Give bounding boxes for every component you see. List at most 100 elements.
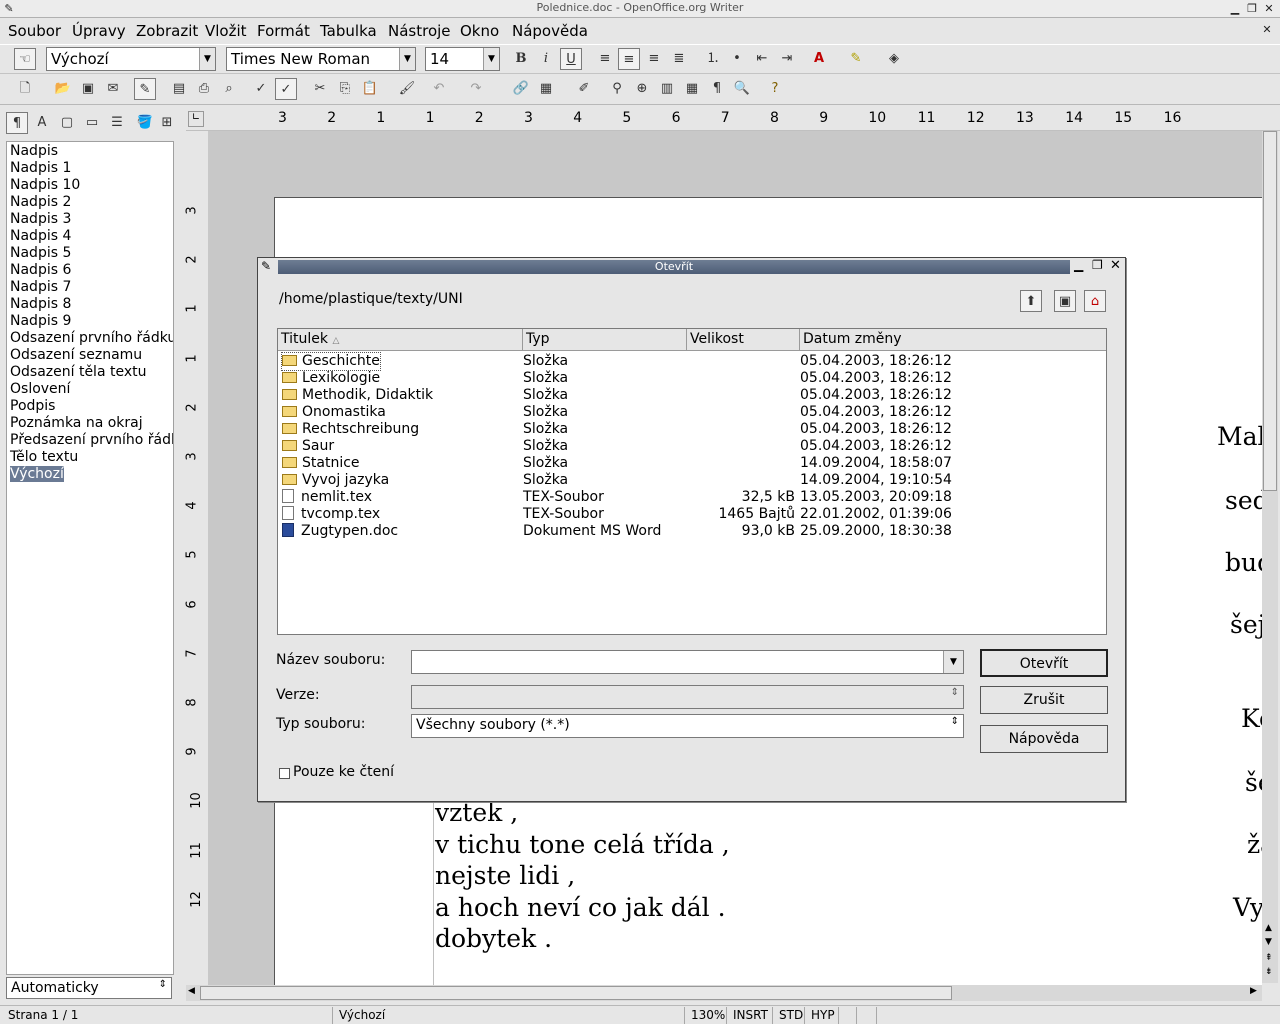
email-icon[interactable]: ✉ [102,78,124,100]
table-row[interactable]: Geschichte Složka 05.04.2003, 18:26:12 [278,352,1106,371]
navigator-icon[interactable]: ⊕ [631,78,653,100]
open-button[interactable]: Otevřít [980,649,1108,677]
minimize-icon[interactable]: ▁ [1074,258,1083,272]
list-item[interactable]: Nadpis 8 [10,296,71,312]
list-item[interactable]: Nadpis 3 [10,211,71,227]
previous-page-icon[interactable]: ⇞ [1265,953,1273,963]
chevron-down-icon[interactable]: ▼ [199,48,215,70]
page-styles-icon[interactable]: ▭ [81,112,103,134]
spellcheck-icon[interactable]: ✓ [250,78,272,100]
text-fragment[interactable]: ža [1247,830,1262,859]
list-item[interactable]: Nadpis 10 [10,177,80,193]
table-row[interactable]: Onomastika Složka 05.04.2003, 18:26:12 [278,404,1106,421]
paragraph-styles-icon[interactable]: ¶ [6,112,28,134]
open-icon[interactable]: 📂 [52,78,74,100]
table-row[interactable]: Rechtschreibung Složka 05.04.2003, 18:26:1… [278,421,1106,438]
maximize-icon[interactable]: ❐ [1092,258,1103,272]
text-fragment[interactable]: še [1245,768,1262,797]
text-line[interactable]: dobytek . [435,924,552,953]
redo-icon[interactable]: ↷ [465,78,487,100]
horizontal-scrollbar[interactable]: ◀ ▶ [186,985,1262,1001]
align-left-icon[interactable]: ≡ [594,48,616,70]
text-fragment[interactable]: bud [1225,548,1262,577]
horizontal-ruler[interactable]: ∟ 3 2 1 1 2 3 4 5 6 7 8 9 10 11 12 13 14 15 16 [186,107,1280,131]
help-button[interactable]: Nápověda [980,725,1108,753]
tab-stop-icon[interactable]: ∟ [188,111,204,127]
table-row[interactable]: nemlit.tex TEX-Soubor 32,5 kB 13.05.2003, 2… [278,489,1106,506]
italic-icon[interactable]: i [535,48,557,70]
increase-indent-icon[interactable]: ⇥ [776,48,798,70]
filetype-select[interactable]: Všechny soubory (*.*) ⇕ [411,714,964,738]
status-hyphenation[interactable]: HYP [804,1007,838,1024]
status-selection-mode[interactable]: STD [772,1007,804,1024]
list-item[interactable]: Tělo textu [10,449,78,465]
column-header-type[interactable]: Typ [523,329,687,351]
text-fragment[interactable]: šej [1230,610,1262,639]
close-icon[interactable]: ✕ [1110,258,1121,273]
edit-mode-icon[interactable]: ✎ [134,78,156,100]
menu-format[interactable]: Formát [257,22,310,40]
highlight-icon[interactable]: ✎ [845,48,867,70]
justify-icon[interactable]: ≣ [668,48,690,70]
font-size-combo[interactable]: 14 ▼ [425,47,500,71]
table-row[interactable]: tvcomp.tex TEX-Soubor 1465 Bajtů 22.01.2002… [278,506,1106,523]
menu-zobrazit[interactable]: Zobrazit [136,22,198,40]
menu-okno[interactable]: Okno [460,22,499,40]
list-item[interactable]: Nadpis [10,143,58,159]
fill-format-icon[interactable]: 🪣 [134,112,156,134]
close-document-icon[interactable]: ✕ [1260,23,1274,37]
styles-catalog-icon[interactable]: ☜ [14,48,36,70]
status-insert-mode[interactable]: INSRT [726,1007,772,1024]
table-row[interactable]: Methodik, Didaktik Složka 05.04.2003, 18:2… [278,387,1106,404]
align-right-icon[interactable]: ≡ [643,48,665,70]
scroll-up-icon[interactable]: ▲ [1265,923,1272,933]
text-line[interactable]: nejste lidi , [435,861,575,890]
list-item[interactable]: Poznámka na okraj [10,415,143,431]
new-document-icon[interactable]: 🗋 [14,78,36,100]
filename-input[interactable]: ▼ [411,650,964,674]
list-styles-icon[interactable]: ☰ [106,112,128,134]
list-item-selected[interactable]: Výchozí [10,466,64,482]
list-item[interactable]: Nadpis 7 [10,279,71,295]
align-center-icon[interactable]: ≡ [618,48,640,70]
underline-icon[interactable]: U [560,48,582,70]
character-styles-icon[interactable]: A [31,112,53,134]
bold-icon[interactable]: B [510,48,532,70]
text-line[interactable]: vztek , [435,798,518,827]
list-item[interactable]: Nadpis 2 [10,194,71,210]
list-item[interactable]: Oslovení [10,381,70,397]
chevron-down-icon[interactable]: ▼ [943,651,963,673]
text-fragment[interactable]: Vy [1233,893,1262,922]
undo-icon[interactable]: ↶ [428,78,450,100]
menu-soubor[interactable]: Soubor [8,22,61,40]
gallery-icon[interactable]: ▥ [656,78,678,100]
home-icon[interactable]: ⌂ [1084,290,1106,312]
bullets-icon[interactable]: • [726,48,748,70]
print-icon[interactable]: ⎙ [193,78,215,100]
cut-icon[interactable]: ✂ [309,78,331,100]
minimize-icon[interactable]: ▁ [1228,2,1242,16]
data-sources-icon[interactable]: ▦ [681,78,703,100]
readonly-label[interactable]: Pouze ke čtení [293,764,394,780]
numbering-icon[interactable]: ⒈ [702,48,724,70]
list-item[interactable]: Nadpis 5 [10,245,71,261]
column-header-name[interactable]: Titulek △ [278,329,523,351]
paste-icon[interactable]: 📋 [359,78,381,100]
auto-spellcheck-icon[interactable]: ✓ [275,78,297,100]
hyperlink-icon[interactable]: 🔗 [510,78,532,100]
print-preview-icon[interactable]: ⌕ [218,78,240,100]
text-fragment[interactable]: Ko [1241,704,1262,733]
style-filter-select[interactable]: Automaticky ⇕ [6,977,172,999]
font-color-icon[interactable]: A [808,48,830,70]
format-paintbrush-icon[interactable]: 🖌 [396,78,418,100]
status-style[interactable]: Výchozí [332,1007,684,1024]
copy-icon[interactable]: ⎘ [334,78,356,100]
background-color-icon[interactable]: ◈ [883,48,905,70]
list-item[interactable]: Nadpis 6 [10,262,71,278]
table-row[interactable]: Saur Složka 05.04.2003, 18:26:12 [278,438,1106,455]
menu-nastroje[interactable]: Nástroje [388,22,451,40]
export-pdf-icon[interactable]: ▤ [168,78,190,100]
chevron-down-icon[interactable]: ▼ [399,48,415,70]
table-row[interactable]: Lexikologie Složka 05.04.2003, 18:26:12 [278,370,1106,387]
list-item[interactable]: Odsazení prvního řádku [10,330,173,346]
